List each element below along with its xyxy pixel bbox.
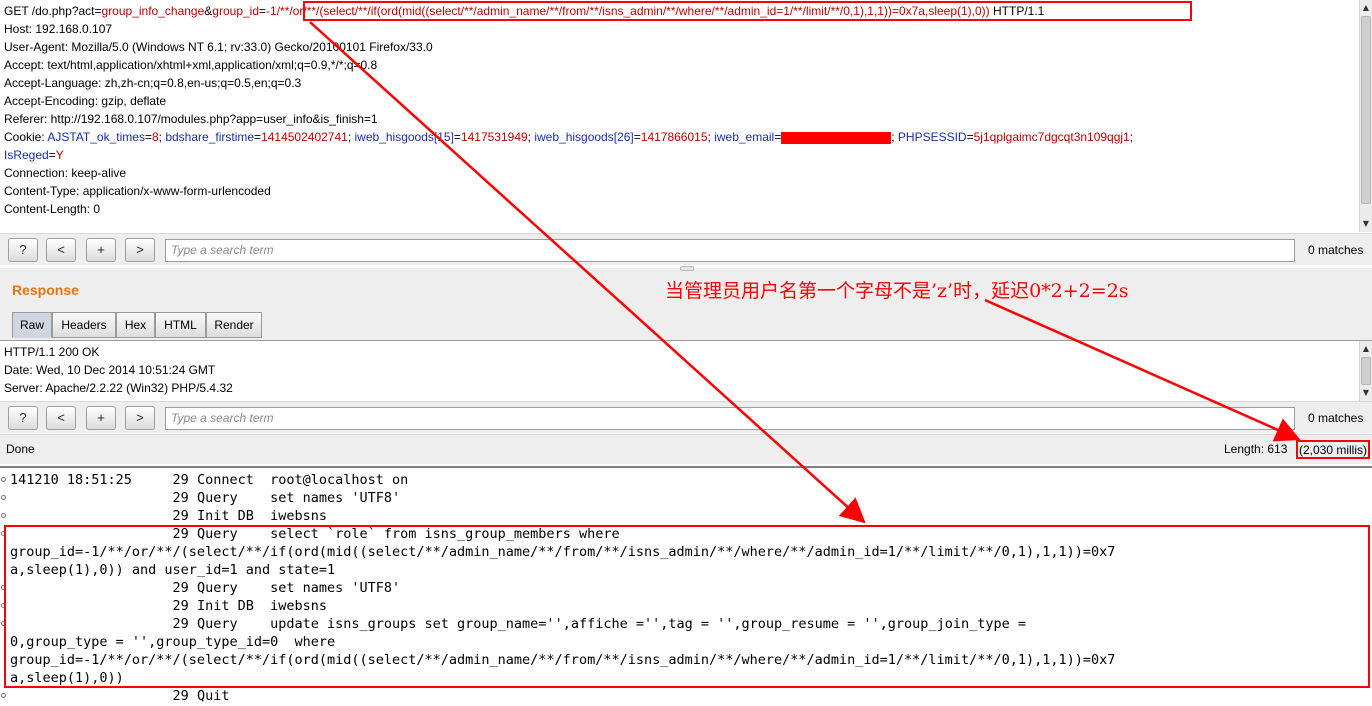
status-text: Done [6,442,35,456]
search-input[interactable]: Type a search term [165,239,1295,262]
help-button[interactable]: ? [8,238,38,262]
add-button[interactable]: + [86,238,116,262]
scroll-thumb[interactable] [1361,16,1371,204]
response-scrollbar[interactable]: ▲ ▼ [1359,341,1372,401]
response-status-line: HTTP/1.1 200 OK [4,345,100,359]
header-cookie-cont: IsReged=Y [4,148,64,162]
param-group-id-name: group_id [212,4,260,18]
response-viewer[interactable]: HTTP/1.1 200 OK Date: Wed, 10 Dec 2014 1… [0,340,1372,401]
tab-html[interactable]: HTML [155,312,206,338]
match-count: 0 matches [1308,411,1364,425]
header-content-length: Content-Length: 0 [4,202,101,216]
param-act-value: group_info_change [101,4,205,18]
response-time: (2,030 millis) [1296,440,1370,459]
header-content-type: Content-Type: application/x-www-form-url… [4,184,271,198]
redacted-email [781,131,892,144]
scroll-down-icon[interactable]: ▼ [1360,218,1372,230]
request-scrollbar[interactable]: ▲ ▼ [1359,0,1372,232]
splitter-handle[interactable] [680,266,694,271]
tab-headers[interactable]: Headers [52,312,116,338]
gutter-marker [1,495,6,500]
log-line: 29 Quit [10,688,271,704]
scroll-down-icon[interactable]: ▼ [1360,387,1372,399]
response-date: Date: Wed, 10 Dec 2014 10:51:24 GMT [4,363,216,377]
next-button[interactable]: > [125,238,155,262]
tab-raw[interactable]: Raw [12,312,52,338]
response-search-bar: ? < + > Type a search term 0 matches [0,401,1372,433]
scroll-thumb[interactable] [1361,357,1371,385]
tab-render[interactable]: Render [206,312,262,338]
help-button[interactable]: ? [8,406,38,430]
response-title: Response [12,282,79,298]
match-count: 0 matches [1308,243,1364,257]
header-connection: Connection: keep-alive [4,166,127,180]
log-line: 29 Query set names 'UTF8' [10,490,401,506]
header-host: Host: 192.168.0.107 [4,22,113,36]
request-search-bar: ? < + > Type a search term 0 matches [0,233,1372,265]
header-accept-language: Accept-Language: zh,zh-cn;q=0.8,en-us;q=… [4,76,302,90]
response-server: Server: Apache/2.2.22 (Win32) PHP/5.4.32 [4,381,233,395]
header-user-agent: User-Agent: Mozilla/5.0 (Windows NT 6.1;… [4,40,433,54]
header-referer: Referer: http://192.168.0.107/modules.ph… [4,112,378,126]
previous-button[interactable]: < [46,238,76,262]
add-button[interactable]: + [86,406,116,430]
tab-hex[interactable]: Hex [116,312,155,338]
next-button[interactable]: > [125,406,155,430]
status-bar: Done Length: 613 (2,030 millis) [0,434,1372,464]
gutter-marker [1,477,6,482]
gutter-marker [1,513,6,518]
gutter-marker [1,693,6,698]
annotation-text: 当管理员用户名第一个字母不是’z’时，延迟0*2+2=2s [665,280,1129,302]
request-editor[interactable]: GET /do.php?act=group_info_change&group_… [0,0,1372,232]
header-accept: Accept: text/html,application/xhtml+xml,… [4,58,378,72]
log-highlight-box [4,525,1370,688]
log-line: 141210 18:51:25 29 Connect root@localhos… [10,472,417,488]
payload-highlight-box [303,1,1192,21]
search-input[interactable]: Type a search term [165,407,1295,430]
previous-button[interactable]: < [46,406,76,430]
response-length: Length: 613 [1224,442,1288,456]
header-cookie: Cookie: AJSTAT_ok_times=8; bdshare_first… [4,130,1134,144]
log-line: 29 Init DB iwebsns [10,508,327,524]
scroll-up-icon[interactable]: ▲ [1360,2,1372,14]
header-accept-encoding: Accept-Encoding: gzip, deflate [4,94,167,108]
scroll-up-icon[interactable]: ▲ [1360,343,1372,355]
request-method-path: GET /do.php?act= [4,4,102,18]
